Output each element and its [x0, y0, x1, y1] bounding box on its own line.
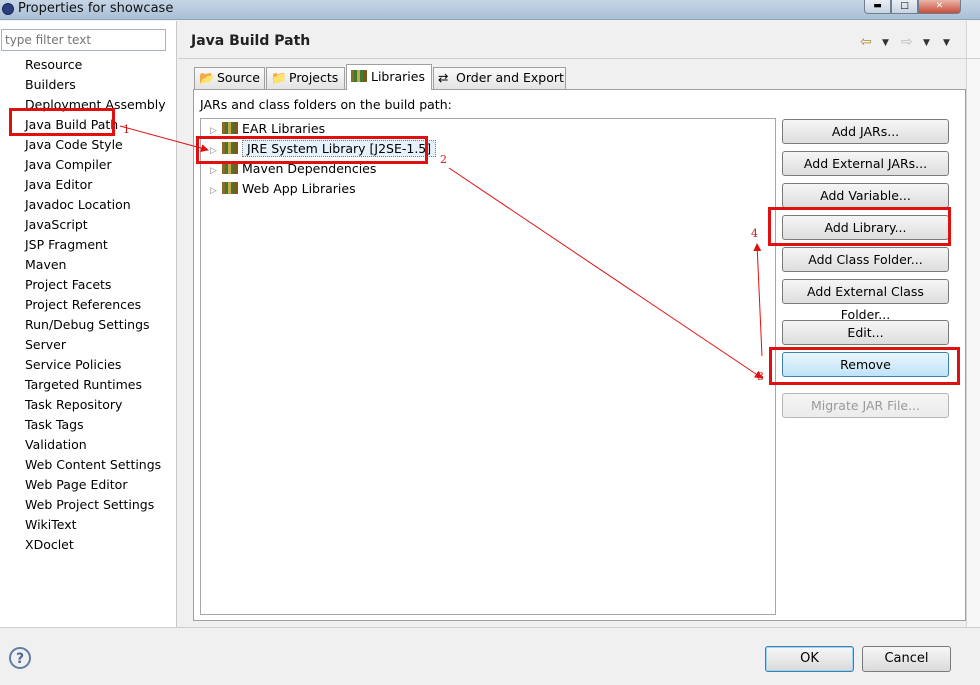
source-folder-icon: 📂 — [199, 70, 215, 85]
annotation-number-3: 3 — [757, 370, 764, 383]
expand-icon[interactable]: ▷ — [210, 181, 222, 201]
tree-item-web-app-libraries[interactable]: ▷ Web App Libraries — [210, 179, 356, 199]
sidebar-item-web-project-settings[interactable]: Web Project Settings — [25, 495, 154, 515]
sidebar-item-wikitext[interactable]: WikiText — [25, 515, 77, 535]
sidebar-item-javadoc-location[interactable]: Javadoc Location — [25, 195, 131, 215]
sidebar-item-jsp-fragment[interactable]: JSP Fragment — [25, 235, 108, 255]
divider — [0, 627, 980, 628]
library-icon — [351, 70, 367, 82]
sidebar-item-web-content-settings[interactable]: Web Content Settings — [25, 455, 161, 475]
back-arrow-icon[interactable]: ⇦ — [860, 34, 872, 50]
migrate-jar-button: Migrate JAR File... — [782, 393, 949, 418]
sidebar-item-resource[interactable]: Resource — [25, 55, 82, 75]
annotation-box-2 — [196, 136, 428, 164]
sidebar-item-java-code-style[interactable]: Java Code Style — [25, 135, 123, 155]
maximize-button[interactable]: □ — [891, 0, 918, 14]
expand-icon[interactable]: ▷ — [210, 161, 222, 181]
sidebar-item-server[interactable]: Server — [25, 335, 66, 355]
forward-dropdown-icon[interactable]: ▼ — [923, 38, 930, 48]
annotation-box-3 — [769, 347, 960, 385]
window-title: Properties for showcase — [18, 1, 174, 16]
sidebar-item-web-page-editor[interactable]: Web Page Editor — [25, 475, 127, 495]
close-button[interactable]: ✕ — [918, 0, 961, 14]
cancel-button[interactable]: Cancel — [862, 646, 951, 672]
tab-projects[interactable]: 📁 Projects — [266, 67, 345, 89]
ok-button[interactable]: OK — [765, 646, 854, 672]
add-variable-button[interactable]: Add Variable... — [782, 183, 949, 208]
annotation-number-4: 4 — [751, 227, 758, 240]
order-icon: ⇄ — [438, 70, 449, 85]
eclipse-icon — [2, 3, 14, 15]
library-icon — [222, 122, 238, 134]
sidebar-item-project-references[interactable]: Project References — [25, 295, 141, 315]
sidebar-item-project-facets[interactable]: Project Facets — [25, 275, 111, 295]
library-icon — [222, 182, 238, 194]
edit-button[interactable]: Edit... — [782, 320, 949, 345]
sidebar-item-task-repository[interactable]: Task Repository — [25, 395, 122, 415]
back-dropdown-icon[interactable]: ▼ — [882, 38, 889, 48]
sidebar-item-builders[interactable]: Builders — [25, 75, 76, 95]
sidebar-item-xdoclet[interactable]: XDoclet — [25, 535, 74, 555]
tab-order-and-export[interactable]: ⇄ Order and Export — [433, 67, 566, 89]
sidebar-item-java-editor[interactable]: Java Editor — [25, 175, 92, 195]
annotation-number-2: 2 — [440, 153, 447, 166]
annotation-number-1: 1 — [123, 123, 130, 136]
title-bar: Properties for showcase ▬ □ ✕ — [0, 0, 980, 20]
help-icon[interactable]: ? — [9, 647, 31, 669]
annotation-box-1 — [9, 108, 115, 136]
page-title: Java Build Path — [191, 33, 311, 49]
view-menu-icon[interactable]: ▼ — [943, 38, 950, 48]
add-external-class-folder-button[interactable]: Add External Class Folder... — [782, 279, 949, 322]
forward-arrow-icon[interactable]: ⇨ — [901, 34, 913, 50]
add-external-jars-button[interactable]: Add External JARs... — [782, 151, 949, 176]
sidebar-item-maven[interactable]: Maven — [25, 255, 66, 275]
sidebar-item-javascript[interactable]: JavaScript — [25, 215, 88, 235]
section-label: JARs and class folders on the build path… — [200, 97, 452, 112]
sidebar-item-targeted-runtimes[interactable]: Targeted Runtimes — [25, 375, 142, 395]
sidebar-item-java-compiler[interactable]: Java Compiler — [25, 155, 112, 175]
sidebar-item-run-debug-settings[interactable]: Run/Debug Settings — [25, 315, 150, 335]
divider — [178, 58, 980, 59]
window-edge — [966, 21, 980, 627]
sidebar-item-validation[interactable]: Validation — [25, 435, 87, 455]
sidebar-item-service-policies[interactable]: Service Policies — [25, 355, 121, 375]
filter-input[interactable] — [1, 29, 166, 51]
minimize-button[interactable]: ▬ — [864, 0, 891, 14]
tab-source[interactable]: 📂 Source — [194, 67, 265, 89]
add-jars-button[interactable]: Add JARs... — [782, 119, 949, 144]
sidebar-item-task-tags[interactable]: Task Tags — [25, 415, 84, 435]
tab-libraries[interactable]: Libraries — [346, 64, 432, 90]
projects-icon: 📁 — [271, 70, 287, 85]
annotation-box-4 — [768, 207, 951, 246]
add-class-folder-button[interactable]: Add Class Folder... — [782, 247, 949, 272]
